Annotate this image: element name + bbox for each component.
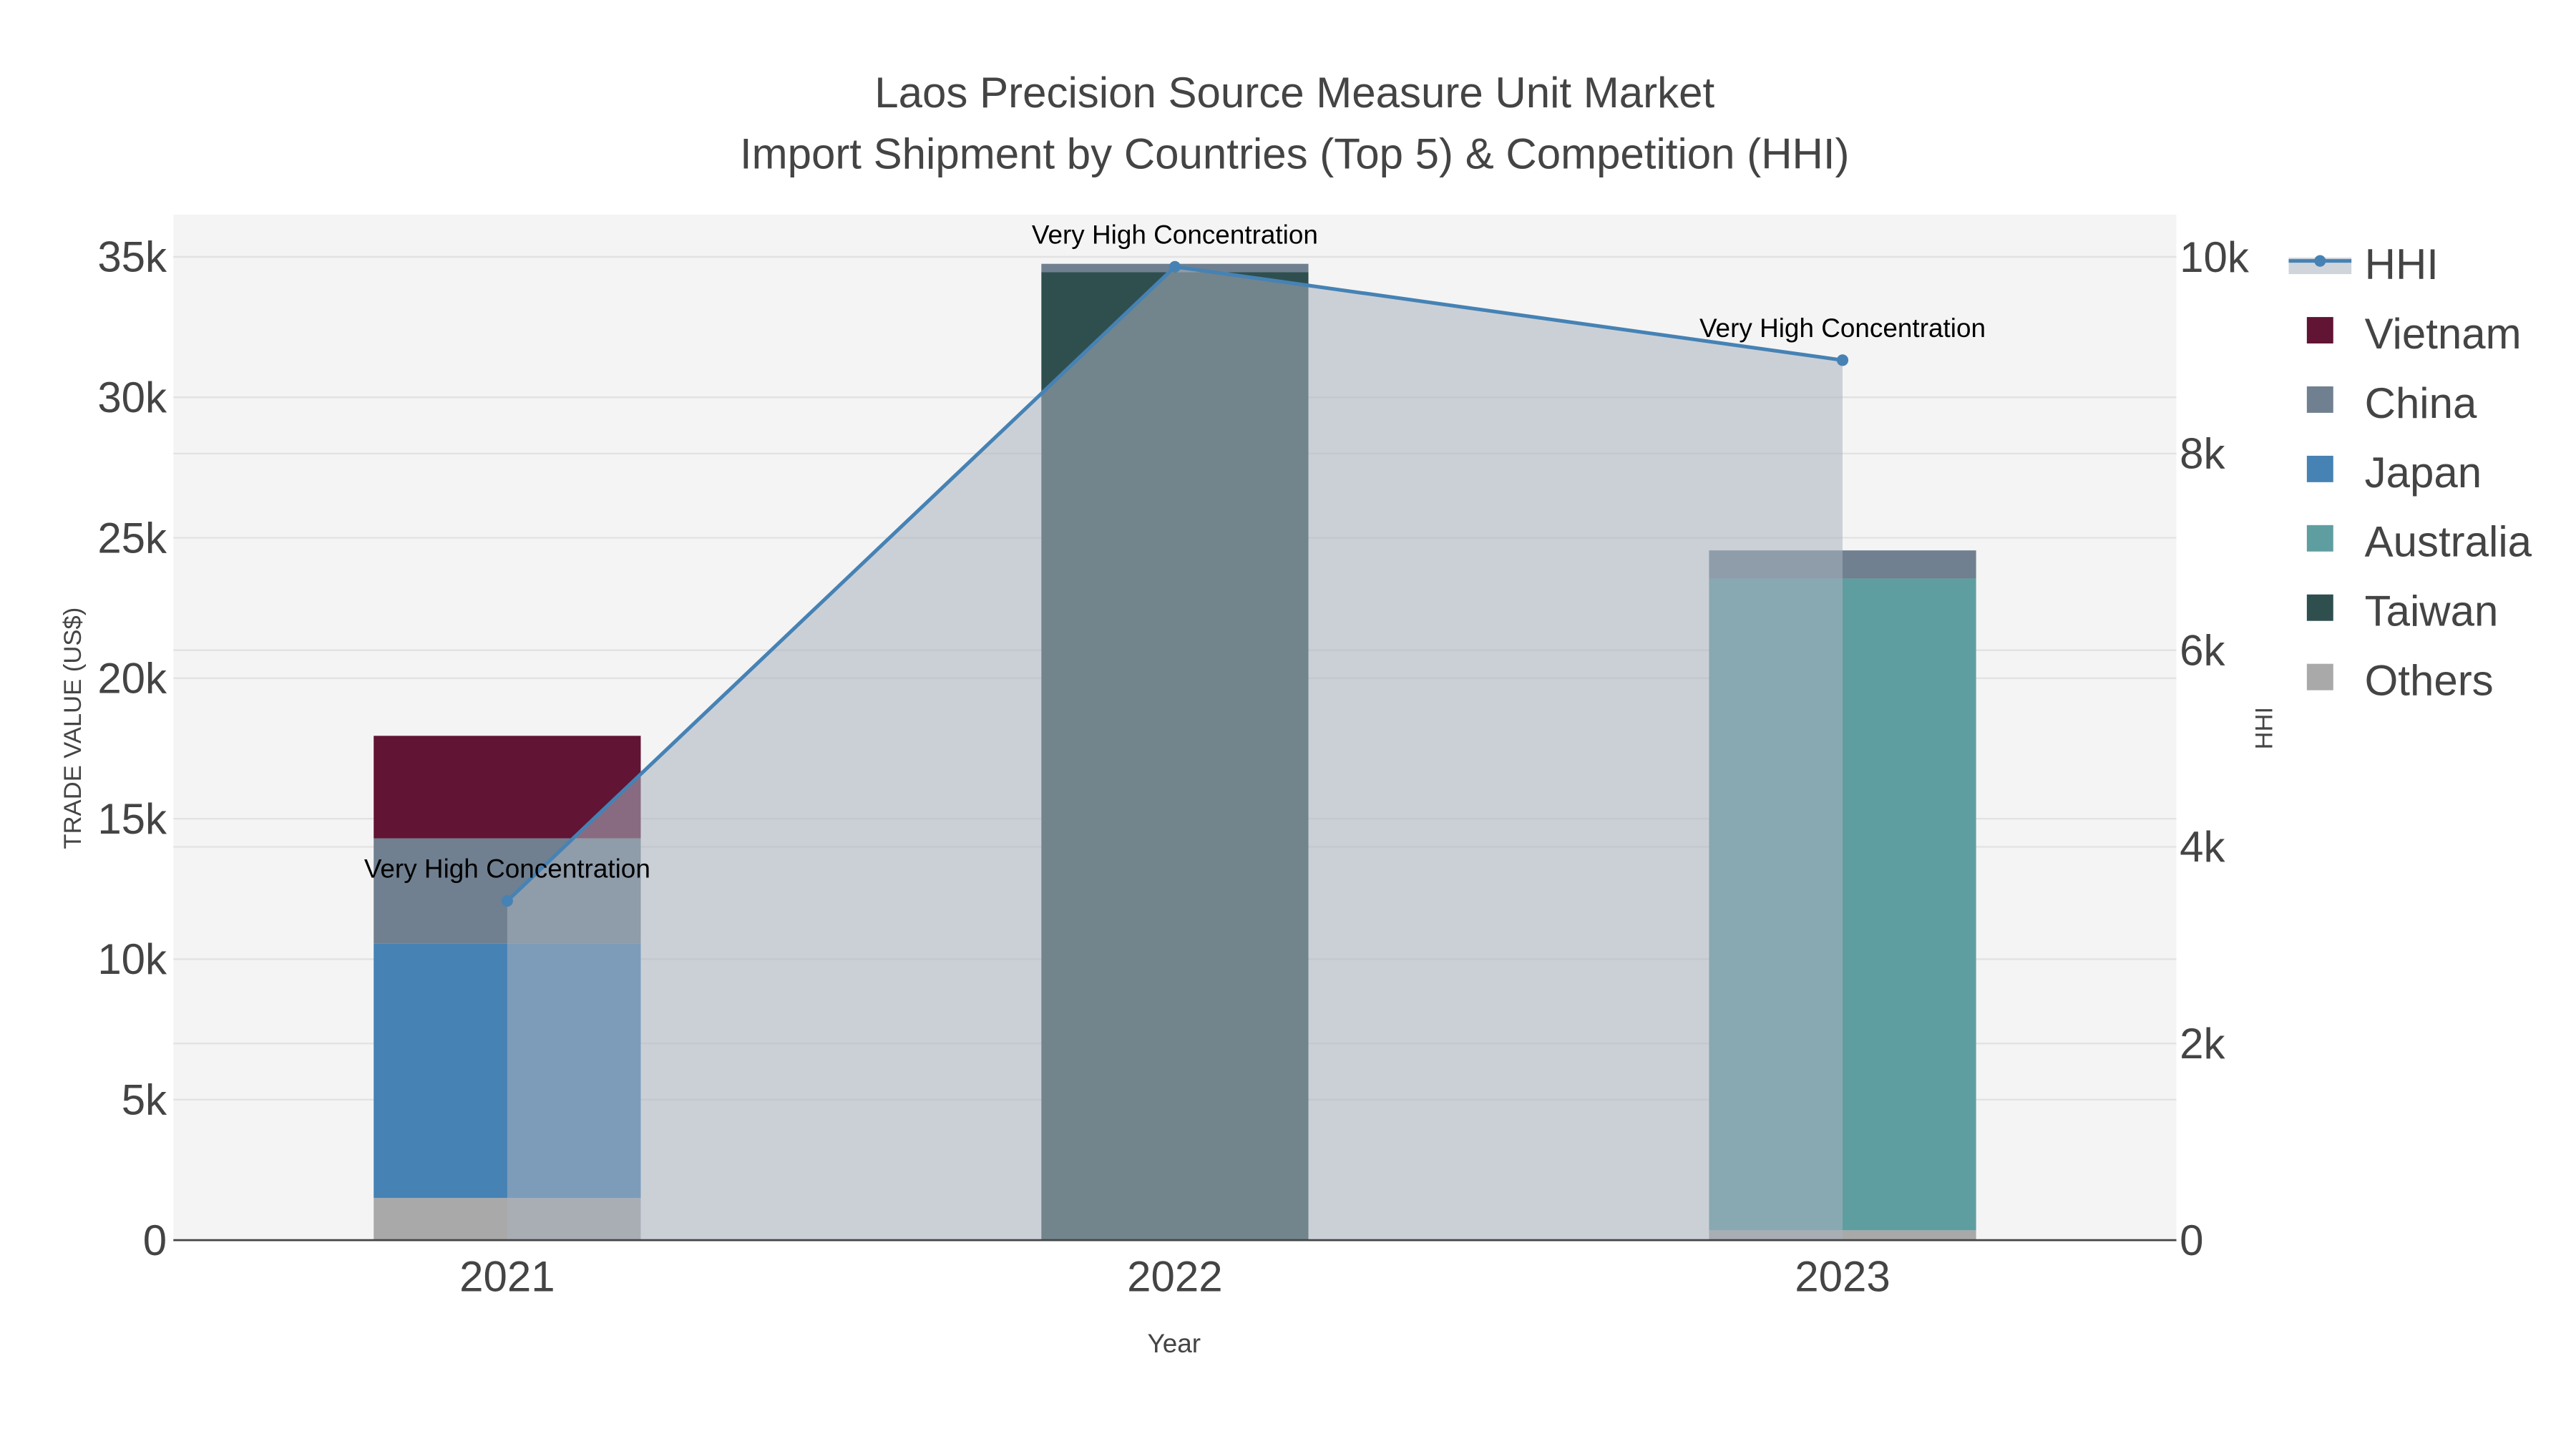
y-tick-label: 25k xyxy=(97,514,167,562)
y-tick-label: 5k xyxy=(122,1076,167,1124)
chart-title-line2: Import Shipment by Countries (Top 5) & C… xyxy=(740,130,1850,177)
hhi-annotation-2023: Very High Concentration xyxy=(1699,313,1986,343)
legend-swatch-vietnam xyxy=(2306,317,2333,343)
legend-hhi-marker xyxy=(2314,255,2326,267)
y2-axis-title: HHI xyxy=(2250,707,2278,750)
y2-tick-label: 8k xyxy=(2180,430,2225,478)
legend-swatch-others xyxy=(2306,663,2333,691)
chart: Very High Concentration Very High Concent… xyxy=(0,0,2576,1449)
y-tick-label: 35k xyxy=(97,233,167,281)
hhi-point-2022 xyxy=(1169,260,1181,273)
y2-tick-label: 4k xyxy=(2180,823,2225,871)
legend-swatch-china xyxy=(2306,386,2333,413)
y-tick-label: 20k xyxy=(97,655,167,703)
x-axis-title: Year xyxy=(1147,1329,1201,1358)
x-tick-label: 2021 xyxy=(459,1253,555,1301)
y2-tick-label: 0 xyxy=(2180,1216,2203,1264)
y2-tick-label: 2k xyxy=(2180,1020,2225,1068)
legend-label-others: Others xyxy=(2365,657,2494,705)
legend-label-japan: Japan xyxy=(2365,449,2482,497)
y-tick-label: 0 xyxy=(143,1216,167,1264)
chart-title-line1: Laos Precision Source Measure Unit Marke… xyxy=(874,69,1714,117)
legend-label-vietnam: Vietnam xyxy=(2365,310,2522,358)
y-tick-label: 10k xyxy=(97,935,167,983)
y-axis-title: TRADE VALUE (US$) xyxy=(59,608,87,849)
hhi-point-2023 xyxy=(1836,354,1849,366)
y2-tick-label: 6k xyxy=(2180,626,2225,674)
legend-label-china: China xyxy=(2365,379,2477,427)
legend-label-taiwan: Taiwan xyxy=(2365,587,2499,635)
y-tick-label: 15k xyxy=(97,795,167,843)
legend-label-australia: Australia xyxy=(2365,518,2532,566)
y-tick-label: 30k xyxy=(97,374,167,421)
y2-tick-label: 10k xyxy=(2180,233,2250,281)
hhi-point-2021 xyxy=(501,894,513,907)
legend-label-hhi: HHI xyxy=(2365,240,2439,288)
legend-swatch-australia xyxy=(2306,525,2333,552)
x-tick-label: 2022 xyxy=(1127,1253,1222,1301)
x-tick-label: 2023 xyxy=(1795,1253,1890,1301)
hhi-annotation-2022: Very High Concentration xyxy=(1032,220,1318,250)
legend-swatch-taiwan xyxy=(2306,594,2333,621)
legend-swatch-japan xyxy=(2306,455,2333,482)
hhi-annotation-2021: Very High Concentration xyxy=(364,854,650,884)
